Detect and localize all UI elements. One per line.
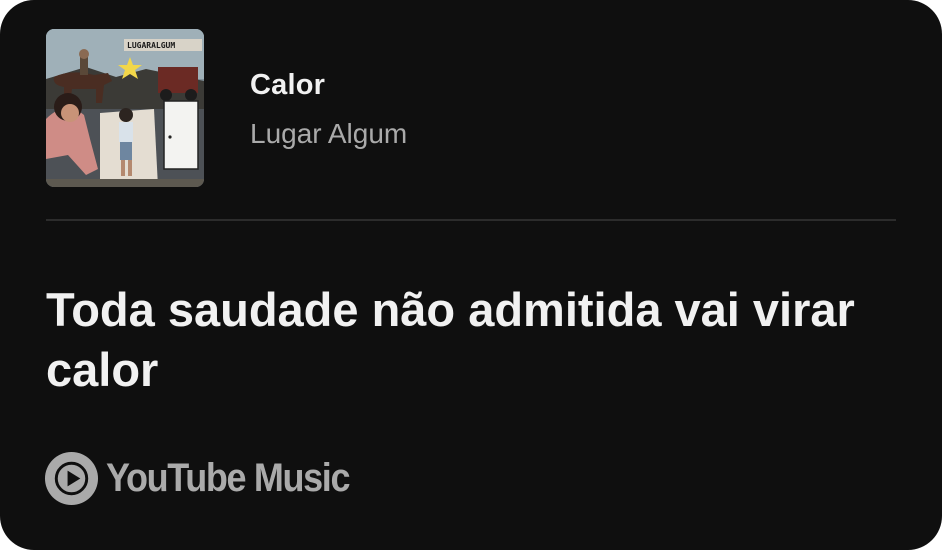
- lyric-share-card: LUGARALGUM Calor Lugar Algum Toda saudad…: [0, 0, 942, 550]
- song-header: LUGARALGUM Calor Lugar Algum: [46, 29, 896, 187]
- song-info: Calor Lugar Algum: [250, 68, 407, 151]
- song-artist: Lugar Algum: [250, 118, 408, 149]
- album-art-text: LUGARALGUM: [127, 41, 175, 50]
- youtube-music-play-icon: [44, 451, 99, 506]
- youtube-music-logo: YouTube Music: [44, 450, 376, 506]
- lyric-text: Toda saudade não admitida vai virar calo…: [46, 283, 855, 396]
- divider: [46, 219, 896, 221]
- album-art: LUGARALGUM: [46, 29, 204, 187]
- song-title: Calor: [250, 69, 326, 101]
- brand-name: YouTube Music: [106, 455, 350, 500]
